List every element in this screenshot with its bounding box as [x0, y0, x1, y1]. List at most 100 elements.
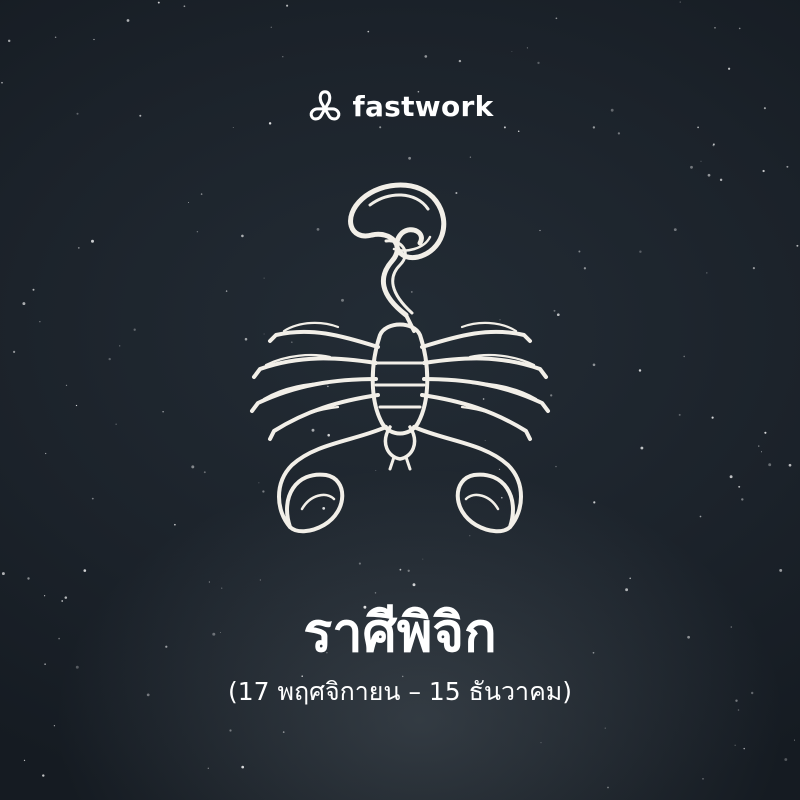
- star: [45, 452, 47, 455]
- star: [188, 202, 189, 203]
- star: [729, 475, 733, 479]
- star: [762, 169, 765, 173]
- star: [555, 17, 558, 20]
- star: [203, 471, 206, 474]
- star: [604, 727, 606, 729]
- star: [719, 178, 723, 182]
- star: [379, 126, 382, 129]
- star: [282, 56, 284, 58]
- star: [786, 165, 789, 168]
- star: [39, 321, 41, 323]
- star: [592, 126, 596, 129]
- star: [133, 328, 136, 331]
- star: [737, 709, 740, 711]
- star: [639, 250, 642, 253]
- star: [407, 569, 410, 572]
- star: [75, 404, 78, 407]
- star: [707, 173, 711, 177]
- star: [683, 355, 685, 358]
- left-legs: [250, 321, 380, 441]
- star: [679, 1, 681, 3]
- star: [794, 739, 795, 741]
- star: [93, 38, 95, 41]
- star: [764, 431, 767, 434]
- star: [706, 272, 708, 274]
- star: [23, 759, 26, 762]
- star: [225, 290, 228, 292]
- star: [91, 497, 94, 500]
- star: [22, 302, 26, 306]
- star: [358, 562, 361, 565]
- star: [638, 369, 642, 372]
- star: [64, 596, 68, 599]
- star: [412, 583, 416, 587]
- star: [183, 5, 186, 8]
- star: [738, 485, 741, 488]
- star: [469, 156, 472, 158]
- star: [673, 228, 677, 232]
- zodiac-date-range: (17 พฤศจิกายน – 15 ธันวาคม): [227, 677, 573, 706]
- star: [422, 558, 424, 560]
- star: [374, 592, 377, 594]
- star: [108, 357, 111, 361]
- star: [788, 463, 792, 467]
- star: [77, 247, 80, 249]
- star: [678, 413, 681, 416]
- star: [259, 579, 261, 581]
- star: [241, 765, 245, 769]
- star: [741, 498, 744, 501]
- star: [796, 244, 799, 247]
- right-claw: [412, 425, 523, 534]
- star: [779, 568, 783, 572]
- star: [583, 267, 587, 270]
- star: [54, 36, 57, 39]
- star: [752, 267, 755, 270]
- star: [690, 165, 693, 169]
- star: [7, 39, 11, 43]
- star: [191, 465, 195, 469]
- star: [208, 581, 210, 583]
- star: [91, 239, 94, 243]
- body: [370, 322, 430, 471]
- star: [625, 588, 629, 592]
- star: [517, 130, 520, 132]
- star: [119, 345, 121, 347]
- star: [200, 193, 203, 195]
- star: [408, 156, 411, 160]
- star: [540, 742, 542, 744]
- star: [115, 423, 117, 425]
- star: [286, 4, 289, 7]
- star: [700, 160, 702, 162]
- fastwork-logo-icon: [310, 90, 341, 121]
- zodiac-title: ราศีพิจิก: [303, 601, 497, 664]
- star: [578, 250, 581, 253]
- star: [593, 501, 596, 504]
- star: [65, 384, 68, 387]
- star: [607, 786, 609, 789]
- star: [458, 59, 462, 63]
- right-legs: [420, 321, 550, 441]
- star: [760, 451, 763, 453]
- star: [424, 55, 428, 58]
- brand-name: fastwork: [352, 90, 494, 123]
- star: [537, 61, 540, 65]
- star: [229, 729, 232, 732]
- star: [711, 416, 714, 419]
- star: [27, 577, 30, 580]
- star: [174, 523, 176, 526]
- star: [712, 143, 715, 146]
- tail-curl: [348, 182, 447, 333]
- star: [232, 126, 234, 129]
- star: [784, 758, 788, 761]
- star: [270, 26, 272, 28]
- star: [617, 132, 621, 135]
- zodiac-poster: fastwork ราศีพิจิก (17 พฤศจิกายน – 15 ธั…: [0, 0, 800, 800]
- star: [758, 445, 760, 447]
- star: [157, 1, 160, 4]
- star: [1, 572, 5, 576]
- scorpion-icon: [250, 182, 550, 534]
- star: [13, 350, 16, 353]
- star: [399, 568, 402, 571]
- star: [162, 410, 164, 413]
- star: [32, 288, 35, 291]
